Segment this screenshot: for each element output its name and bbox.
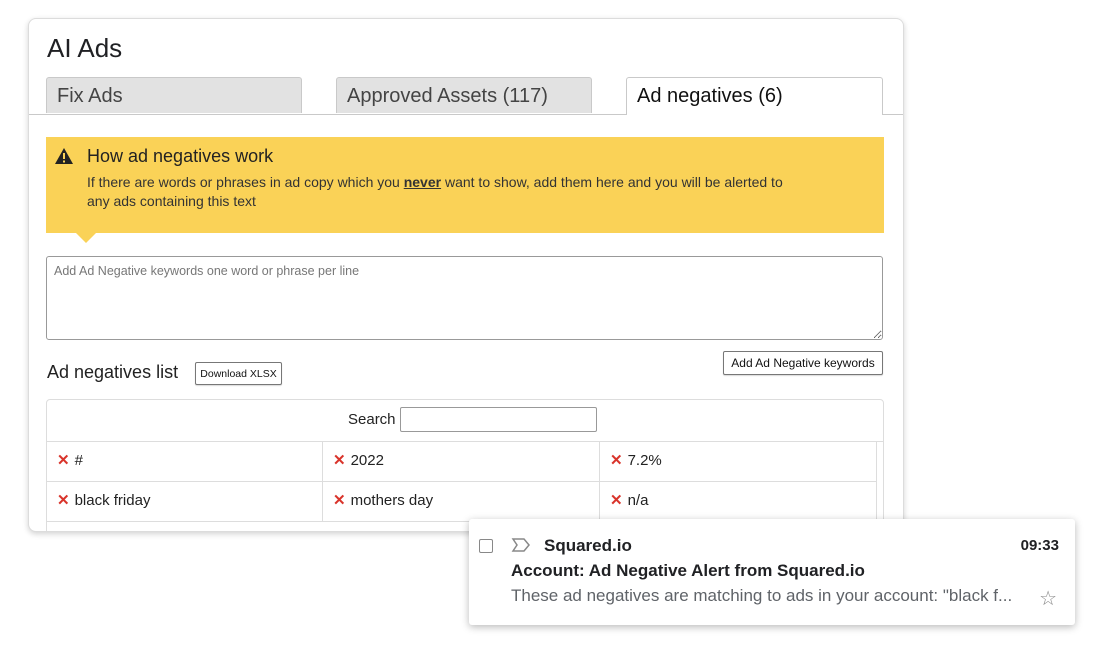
download-xlsx-button[interactable]: Download XLSX [195,362,282,385]
label-icon[interactable] [511,536,531,554]
search-row: Search [47,400,883,442]
email-select-checkbox[interactable] [479,539,493,553]
page-title: AI Ads [47,33,123,63]
search-label: Search [348,411,396,428]
close-icon[interactable]: ✕ [333,492,346,509]
email-sender: Squared.io [544,536,632,555]
search-input[interactable] [400,407,597,432]
info-title: How ad negatives work [87,146,274,166]
info-callout: How ad negatives work If there are words… [46,137,884,243]
email-time: 09:33 [1020,537,1059,554]
tab-approved-assets[interactable]: Approved Assets (117) [336,77,592,113]
table-row: ✕ # ✕ 2022 ✕ 7.2% [47,441,877,482]
table-cell: ✕ 7.2% [600,441,877,481]
ad-negatives-table: Search ✕ # ✕ 2022 ✕ 7.2% ✕ black friday ✕ mot… [46,399,884,531]
star-icon[interactable]: ☆ [1039,586,1057,611]
table-cell: ✕ # [47,441,323,481]
email-notification[interactable]: Squared.io 09:33 Account: Ad Negative Al… [469,519,1075,625]
close-icon[interactable]: ✕ [333,452,346,469]
table-cell: ✕ mothers day [323,481,600,521]
ai-ads-panel: AI Ads Fix Ads Approved Assets (117) Ad … [28,18,904,532]
tab-bar: Fix Ads Approved Assets (117) Ad negativ… [29,77,903,115]
tab-fix-ads[interactable]: Fix Ads [46,77,302,113]
table-cell: ✕ 2022 [323,441,600,481]
table-cell: ✕ n/a [600,481,877,521]
email-snippet: These ad negatives are matching to ads i… [511,586,1013,605]
close-icon[interactable]: ✕ [610,452,623,469]
email-subject: Account: Ad Negative Alert from Squared.… [511,561,865,580]
add-ad-negative-keywords-button[interactable]: Add Ad Negative keywords [723,351,883,375]
close-icon[interactable]: ✕ [57,492,70,509]
warning-icon [55,148,73,164]
info-emphasis: never [403,174,442,190]
ad-negatives-list-title: Ad negatives list [47,362,179,382]
tab-ad-negatives[interactable]: Ad negatives (6) [626,77,883,115]
table-cell: ✕ black friday [47,481,323,521]
close-icon[interactable]: ✕ [57,452,70,469]
info-text: If there are words or phrases in ad copy… [87,174,783,209]
table-row: ✕ black friday ✕ mothers day ✕ n/a [47,481,877,522]
close-icon[interactable]: ✕ [610,492,623,509]
ad-negative-keywords-input[interactable] [46,256,883,340]
